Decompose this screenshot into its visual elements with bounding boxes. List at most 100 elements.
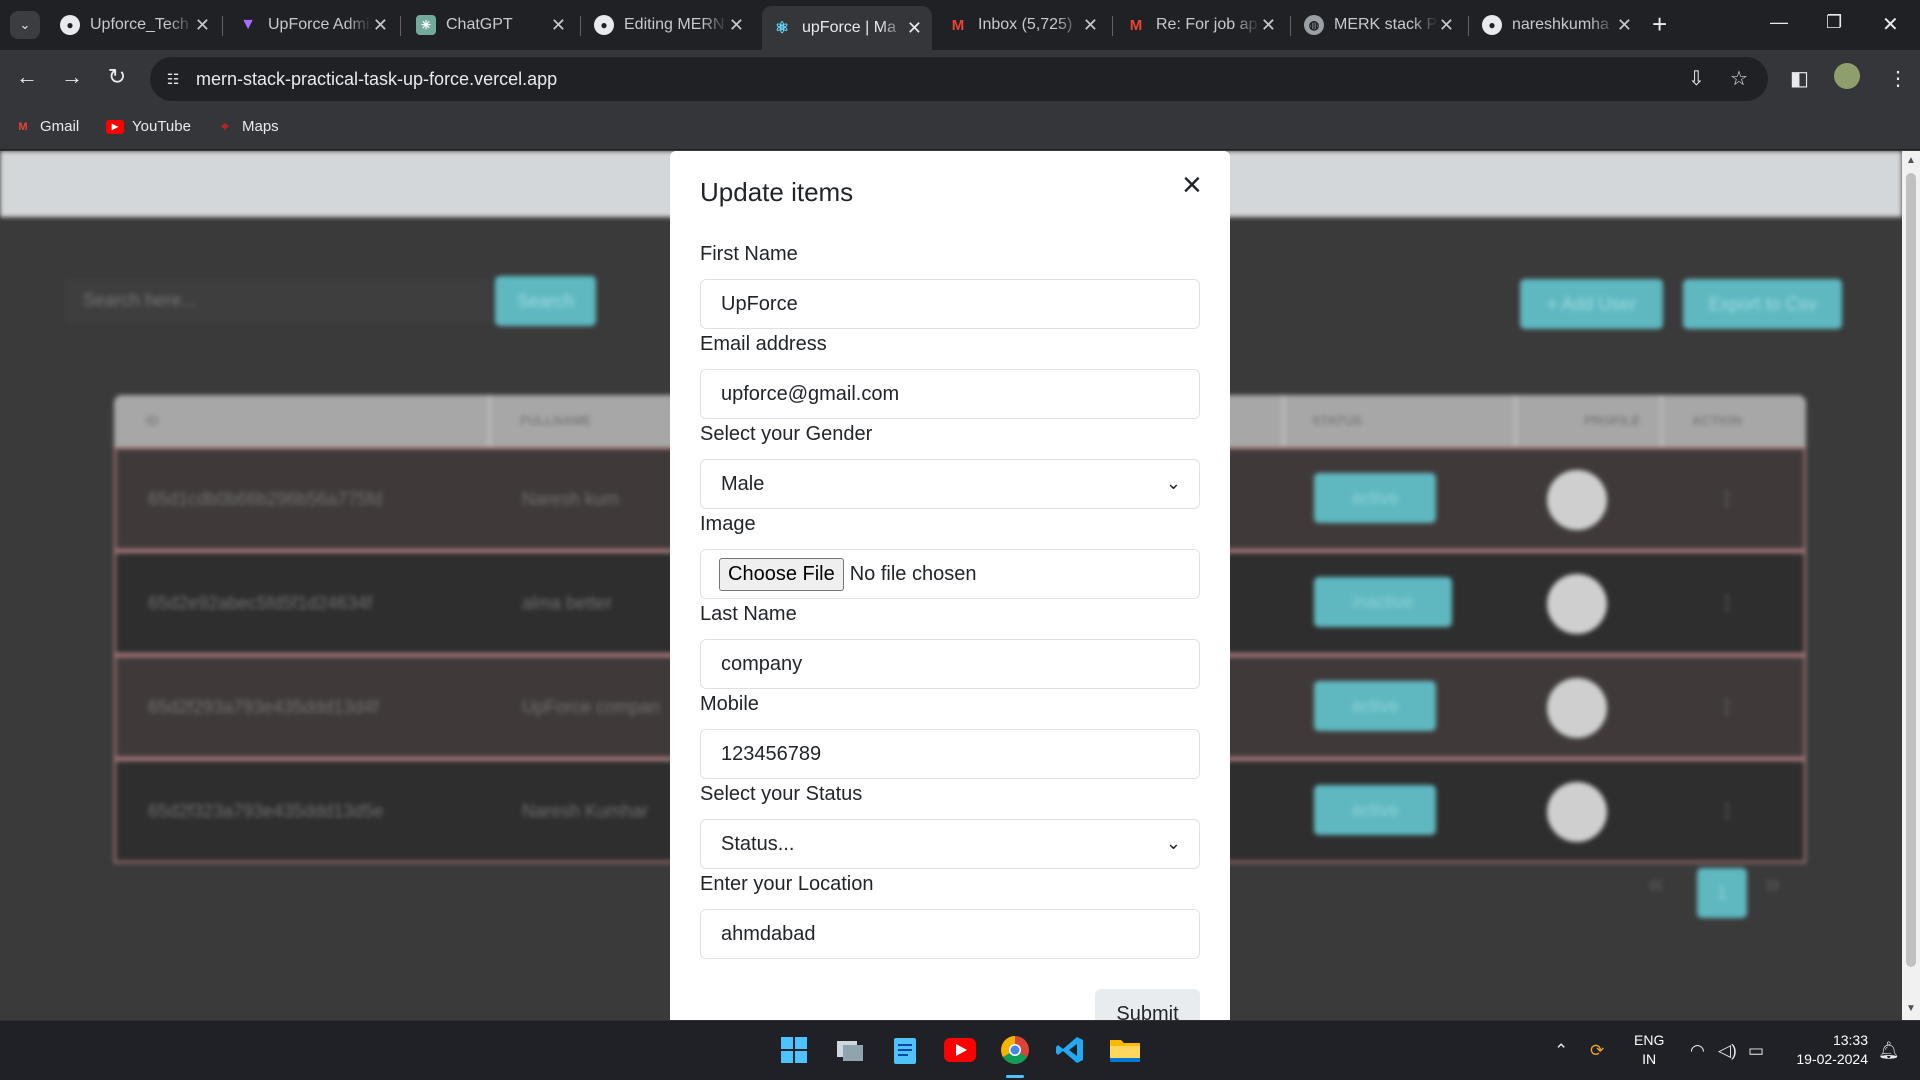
github-icon: ● xyxy=(1482,15,1502,35)
sync-icon[interactable]: ⟳ xyxy=(1590,1041,1604,1061)
restore-icon[interactable]: ❐ xyxy=(1826,12,1842,33)
file-status: No file chosen xyxy=(849,562,977,585)
row-fullname: Naresh kum xyxy=(522,489,620,509)
close-icon[interactable]: ✕ xyxy=(729,15,744,36)
task-view-icon[interactable] xyxy=(833,1033,867,1067)
tab-search-button[interactable]: ⌄ xyxy=(10,11,40,39)
tab-merk-stack[interactable]: ◍ MERK stack P ✕ xyxy=(1294,6,1464,44)
row-fullname: alma better xyxy=(522,593,613,613)
scrollbar-thumb[interactable] xyxy=(1906,173,1916,967)
gender-select[interactable]: Male ⌄ xyxy=(700,459,1200,509)
close-icon[interactable]: ✕ xyxy=(1617,15,1632,36)
close-icon[interactable]: ✕ xyxy=(1261,15,1276,36)
scroll-down-icon[interactable]: ▼ xyxy=(1906,1003,1916,1014)
search-button[interactable]: Search xyxy=(495,276,596,326)
column-header-id: ID xyxy=(146,413,159,428)
avatar xyxy=(1547,574,1607,634)
react-icon: ⚛ xyxy=(774,20,790,37)
tab-nareshkumhar[interactable]: ● nareshkumha ✕ xyxy=(1472,6,1642,44)
vscode-icon[interactable] xyxy=(1053,1033,1087,1067)
maps-icon: ⌖ xyxy=(221,118,229,134)
profile-avatar[interactable] xyxy=(1834,63,1860,89)
row-id: 65d2f293a793e435ddd13d4f xyxy=(148,697,379,717)
image-file-input[interactable]: Choose File No file chosen xyxy=(700,549,1200,599)
close-icon[interactable]: ✕ xyxy=(1083,15,1098,36)
status-dropdown[interactable]: active xyxy=(1314,681,1436,731)
menu-dots-icon[interactable]: ⋮ xyxy=(1888,66,1908,91)
mobile-field[interactable]: 123456789 xyxy=(700,729,1200,779)
tab-chatgpt[interactable]: ✳ ChatGPT ✕ xyxy=(406,6,576,44)
install-app-icon[interactable]: ⇩ xyxy=(1688,66,1705,91)
tab-upforce-admin[interactable]: ▼ UpForce Admin ✕ xyxy=(228,6,398,44)
close-icon[interactable]: ✕ xyxy=(373,15,388,36)
windows-start-icon[interactable] xyxy=(777,1033,811,1067)
pagination-next[interactable]: » xyxy=(1764,867,1781,901)
chrome-icon[interactable] xyxy=(998,1033,1032,1067)
new-tab-button[interactable]: + xyxy=(1652,10,1667,38)
address-bar[interactable]: ☷ mern-stack-practical-task-up-force.ver… xyxy=(150,57,1768,101)
row-id: 65d1cdb0b66b296b56a775fd xyxy=(148,489,383,509)
tab-editing-mern[interactable]: ● Editing MERN ✕ xyxy=(584,6,754,44)
youtube-icon[interactable] xyxy=(943,1033,977,1067)
battery-icon[interactable]: ▭ xyxy=(1748,1041,1764,1061)
close-icon[interactable]: × xyxy=(1182,168,1202,202)
forward-icon[interactable]: → xyxy=(57,64,87,90)
chevron-down-icon: ⌄ xyxy=(1165,833,1181,853)
file-explorer-icon[interactable] xyxy=(1108,1033,1142,1067)
wifi-icon[interactable]: ◠ xyxy=(1690,1041,1705,1061)
minimize-icon[interactable]: — xyxy=(1770,12,1788,33)
reload-icon[interactable]: ↻ xyxy=(102,64,132,90)
status-dropdown[interactable]: active xyxy=(1314,473,1436,523)
close-icon[interactable]: ✕ xyxy=(1439,15,1454,36)
tab-inbox[interactable]: M Inbox (5,725) ✕ xyxy=(938,6,1108,44)
action-menu-icon[interactable]: ⋮ xyxy=(1718,801,1736,822)
language-indicator[interactable]: ENG IN xyxy=(1634,1031,1664,1069)
status-select[interactable]: Status... ⌄ xyxy=(700,819,1200,869)
status-dropdown[interactable]: active xyxy=(1314,785,1436,835)
bookmark-gmail[interactable]: M Gmail xyxy=(14,118,79,135)
gmail-icon: M xyxy=(951,16,965,34)
add-user-button[interactable]: + Add User xyxy=(1520,279,1663,329)
bookmark-maps[interactable]: ⌖ Maps xyxy=(216,118,279,135)
system-clock[interactable]: 13:33 19-02-2024 xyxy=(1788,1031,1868,1069)
tab-upforce-tech[interactable]: ● Upforce_Tech ✕ xyxy=(50,6,220,44)
notification-bell-icon[interactable]: 🔔︎ xyxy=(1878,1041,1900,1061)
avatar xyxy=(1547,678,1607,738)
action-menu-icon[interactable]: ⋮ xyxy=(1718,489,1736,510)
chevron-up-icon[interactable]: ⌃ xyxy=(1554,1041,1568,1061)
language-top: ENG xyxy=(1634,1032,1665,1048)
site-info-icon[interactable]: ☷ xyxy=(162,68,184,90)
status-dropdown[interactable]: inactive xyxy=(1314,577,1452,627)
window-close-icon[interactable]: ✕ xyxy=(1882,12,1899,37)
search-input[interactable]: Search here... xyxy=(65,278,491,324)
close-icon[interactable]: ✕ xyxy=(907,18,922,39)
back-icon[interactable]: ← xyxy=(12,64,42,90)
language-bottom: IN xyxy=(1642,1051,1657,1067)
email-field[interactable]: upforce@gmail.com xyxy=(700,369,1200,419)
bookmark-youtube[interactable]: ▶ YouTube xyxy=(106,118,191,135)
avatar xyxy=(1547,782,1607,842)
tab-label: ChatGPT xyxy=(446,16,513,33)
last-name-field[interactable]: company xyxy=(700,639,1200,689)
action-menu-icon[interactable]: ⋮ xyxy=(1718,697,1736,718)
side-panel-icon[interactable]: ◧ xyxy=(1790,66,1809,91)
tab-upforce-active[interactable]: ⚛ upForce | Ma ✕ xyxy=(762,6,932,50)
notepad-icon[interactable] xyxy=(888,1033,922,1067)
page-scrollbar[interactable]: ▲ ▼ xyxy=(1902,151,1920,1020)
volume-icon[interactable]: ◁) xyxy=(1718,1041,1737,1061)
tab-label: Re: For job ap xyxy=(1156,16,1258,33)
location-field[interactable]: ahmdabad xyxy=(700,909,1200,959)
action-menu-icon[interactable]: ⋮ xyxy=(1718,593,1736,614)
export-csv-button[interactable]: Export to Csv xyxy=(1683,279,1842,329)
bookmark-star-icon[interactable]: ☆ xyxy=(1730,66,1748,91)
pagination-prev[interactable]: « xyxy=(1648,867,1665,901)
gender-value: Male xyxy=(721,472,765,495)
pagination-page[interactable]: 1 xyxy=(1697,868,1747,918)
choose-file-button[interactable]: Choose File xyxy=(719,557,844,591)
tab-job[interactable]: M Re: For job ap ✕ xyxy=(1116,6,1286,44)
close-icon[interactable]: ✕ xyxy=(551,15,566,36)
scroll-up-icon[interactable]: ▲ xyxy=(1906,155,1916,166)
first-name-field[interactable]: UpForce xyxy=(700,279,1200,329)
close-icon[interactable]: ✕ xyxy=(195,15,210,36)
submit-button[interactable]: Submit xyxy=(1095,989,1200,1020)
